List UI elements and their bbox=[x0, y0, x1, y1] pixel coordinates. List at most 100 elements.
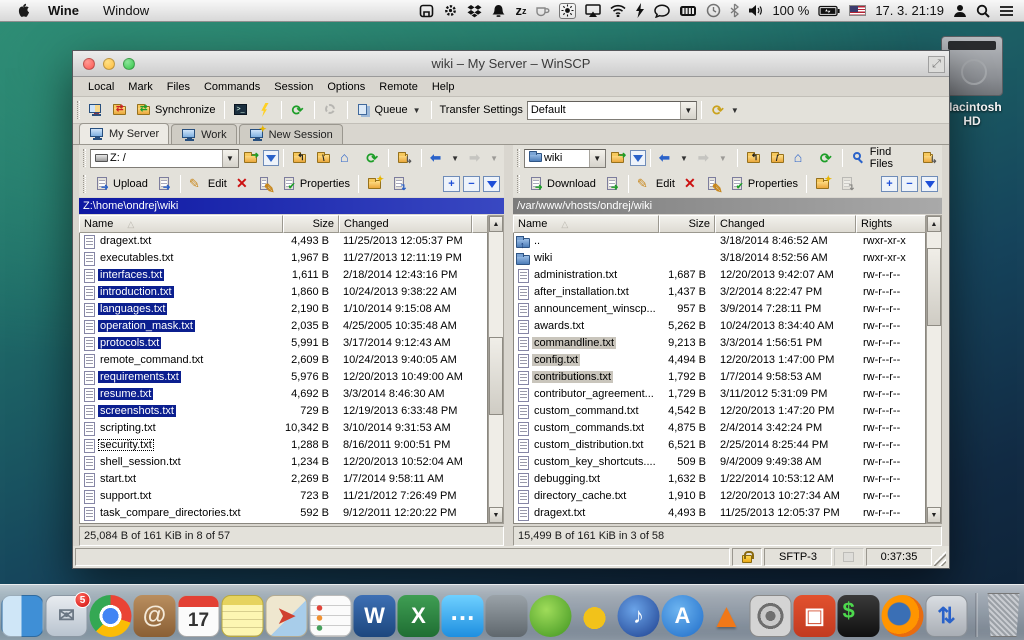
file-row[interactable]: custom_commands.txt4,875 B2/4/2014 3:42:… bbox=[514, 420, 925, 437]
file-row[interactable]: wiki3/18/2014 8:52:56 AMrwxr-xr-x bbox=[514, 250, 925, 267]
apple-menu-icon[interactable] bbox=[12, 3, 34, 19]
preferences-button[interactable] bbox=[319, 99, 343, 121]
file-row[interactable]: announcement_winscp...957 B3/9/2014 7:28… bbox=[514, 301, 925, 318]
file-row[interactable]: custom_key_shortcuts....509 B9/4/2009 9:… bbox=[514, 454, 925, 471]
run-command-button[interactable] bbox=[253, 99, 277, 121]
file-row[interactable]: support.txt723 B11/21/2012 7:26:49 PM bbox=[80, 488, 487, 505]
gear-icon[interactable] bbox=[443, 3, 458, 19]
tab-my-server[interactable]: My Server bbox=[79, 123, 169, 144]
download-button[interactable]: ➜Download bbox=[524, 173, 600, 195]
file-row[interactable]: interfaces.txt1,611 B2/18/2014 12:43:16 … bbox=[80, 267, 487, 284]
bluetooth-icon[interactable] bbox=[730, 3, 739, 19]
coffee-cup-icon[interactable] bbox=[535, 3, 550, 19]
rename-button[interactable]: ✎ bbox=[701, 173, 725, 195]
file-row[interactable]: protocols.txt5,991 B3/17/2014 9:12:43 AM bbox=[80, 335, 487, 352]
file-row[interactable]: languages.txt2,190 B1/10/2014 9:15:08 AM bbox=[80, 301, 487, 318]
delete-button[interactable]: ✕ bbox=[679, 173, 701, 195]
selection-filter-button[interactable] bbox=[921, 176, 938, 192]
sync-browsing-button[interactable]: ↔ bbox=[84, 99, 108, 121]
open-in-other-panel-button[interactable]: ↴ bbox=[835, 173, 859, 195]
menu-local[interactable]: Local bbox=[81, 78, 121, 96]
trash-dock-icon[interactable] bbox=[985, 593, 1023, 637]
open-console-button[interactable]: >_ bbox=[229, 99, 253, 121]
local-path-bar[interactable]: Z:\home\ondrej\wiki bbox=[79, 198, 504, 214]
new-folder-button[interactable]: ✦ bbox=[811, 173, 835, 195]
menu-session[interactable]: Session bbox=[267, 78, 320, 96]
word-dock-icon[interactable]: W bbox=[354, 595, 396, 637]
refresh-button[interactable]: ⟳ bbox=[360, 147, 384, 169]
file-row[interactable]: contributor_agreement...1,729 B3/11/2012… bbox=[514, 386, 925, 403]
file-row[interactable]: resume.txt4,692 B3/3/2014 8:46:30 AM bbox=[80, 386, 487, 403]
parent-directory-button[interactable]: ↰ bbox=[288, 147, 312, 169]
notes-dock-icon[interactable] bbox=[222, 595, 264, 637]
terminal-dock-icon[interactable]: $ bbox=[838, 595, 880, 637]
file-row[interactable]: task_compare_directories.txt592 B9/12/20… bbox=[80, 505, 487, 522]
file-row[interactable]: remote_command.txt2,609 B10/24/2013 9:40… bbox=[80, 352, 487, 369]
file-row[interactable]: dragext.txt4,493 B11/25/2013 12:05:37 PM… bbox=[514, 505, 925, 522]
scroll-down-button[interactable]: ▼ bbox=[489, 507, 503, 523]
scroll-thumb[interactable] bbox=[927, 248, 941, 326]
user-icon[interactable] bbox=[953, 3, 967, 19]
file-row[interactable]: security.txt1,288 B8/16/2011 9:00:51 PM bbox=[80, 437, 487, 454]
title-bar[interactable]: wiki – My Server – WinSCP ⤢ bbox=[73, 51, 949, 77]
vlc-dock-icon[interactable]: ▲ bbox=[706, 595, 748, 637]
select-files-button[interactable]: + bbox=[443, 176, 460, 192]
frog-dock-icon[interactable] bbox=[530, 595, 572, 637]
keyboard-flag-icon[interactable] bbox=[849, 5, 866, 16]
properties-button[interactable]: ✔Properties bbox=[277, 173, 354, 195]
zoom-button[interactable] bbox=[123, 58, 135, 70]
file-row[interactable]: introduction.txt1,860 B10/24/2013 9:38:2… bbox=[80, 284, 487, 301]
keepass-dock-icon[interactable] bbox=[574, 595, 616, 637]
root-directory-button[interactable]: \ bbox=[312, 147, 336, 169]
scroll-thumb[interactable] bbox=[489, 337, 503, 415]
delete-button[interactable]: ✕ bbox=[231, 173, 253, 195]
app-menu-wine[interactable]: Wine bbox=[38, 0, 89, 22]
file-row[interactable]: ↑..3/18/2014 8:46:52 AMrwxr-xr-x bbox=[514, 233, 925, 250]
file-row[interactable]: shell_session.txt1,234 B12/20/2013 10:52… bbox=[80, 454, 487, 471]
column-header-name[interactable]: Name△ bbox=[79, 215, 283, 233]
filter-button[interactable] bbox=[630, 150, 646, 166]
column-header-changed[interactable]: Changed bbox=[715, 215, 856, 233]
sleep-zz-icon[interactable]: zz bbox=[515, 3, 526, 19]
mail-dock-icon[interactable]: ✉5 bbox=[46, 595, 88, 637]
parent-directory-button[interactable]: ↰ bbox=[742, 147, 766, 169]
file-row[interactable]: directory_cache.txt1,910 B12/20/2013 10:… bbox=[514, 488, 925, 505]
itunes-dock-icon[interactable]: ♪ bbox=[618, 595, 660, 637]
follow-symlinks-button[interactable]: ↳ bbox=[393, 147, 417, 169]
select-files-button[interactable]: + bbox=[881, 176, 898, 192]
open-directory-button[interactable]: ➜ bbox=[239, 147, 263, 169]
selection-filter-button[interactable] bbox=[483, 176, 500, 192]
menu-files[interactable]: Files bbox=[160, 78, 197, 96]
menu-bar-clock[interactable]: 17. 3. 21:19 bbox=[875, 3, 944, 18]
forward-button[interactable]: ➡▼ bbox=[465, 147, 504, 169]
transfer-settings-combo[interactable]: Default▼ bbox=[527, 101, 697, 120]
calendar-dock-icon[interactable]: 17 bbox=[178, 595, 220, 637]
maps-dock-icon[interactable]: ➤ bbox=[266, 595, 308, 637]
scroll-down-button[interactable]: ▼ bbox=[927, 507, 941, 523]
contacts-dock-icon[interactable]: @ bbox=[134, 595, 176, 637]
menu-remote[interactable]: Remote bbox=[372, 78, 425, 96]
root-directory-button[interactable]: / bbox=[766, 147, 790, 169]
app-menu-window[interactable]: Window bbox=[93, 0, 159, 22]
bell-icon[interactable] bbox=[491, 3, 506, 19]
dropbox-icon[interactable] bbox=[467, 3, 482, 19]
rdp-dock-icon[interactable]: ▣ bbox=[794, 595, 836, 637]
column-header-rights[interactable]: Rights bbox=[856, 215, 926, 233]
menu-mark[interactable]: Mark bbox=[121, 78, 159, 96]
column-header-size[interactable]: Size bbox=[659, 215, 715, 233]
file-row[interactable]: executables.txt1,967 B11/27/2013 12:11:1… bbox=[80, 250, 487, 267]
notification-center-icon[interactable] bbox=[999, 3, 1014, 19]
menu-commands[interactable]: Commands bbox=[197, 78, 267, 96]
column-header-name[interactable]: Name△ bbox=[513, 215, 659, 233]
download-options-button[interactable]: ➜ bbox=[600, 173, 624, 195]
open-directory-button[interactable]: ➜ bbox=[606, 147, 630, 169]
close-button[interactable] bbox=[83, 58, 95, 70]
minimize-button[interactable] bbox=[103, 58, 115, 70]
column-header-size[interactable]: Size bbox=[283, 215, 339, 233]
window-manager-icon[interactable] bbox=[419, 3, 434, 19]
back-button[interactable]: ⬅▼ bbox=[655, 147, 694, 169]
column-header-changed[interactable]: Changed bbox=[339, 215, 472, 233]
excel-dock-icon[interactable]: X bbox=[398, 595, 440, 637]
file-row[interactable]: custom_distribution.txt6,521 B2/25/2014 … bbox=[514, 437, 925, 454]
home-directory-button[interactable]: ⌂ bbox=[336, 147, 360, 169]
